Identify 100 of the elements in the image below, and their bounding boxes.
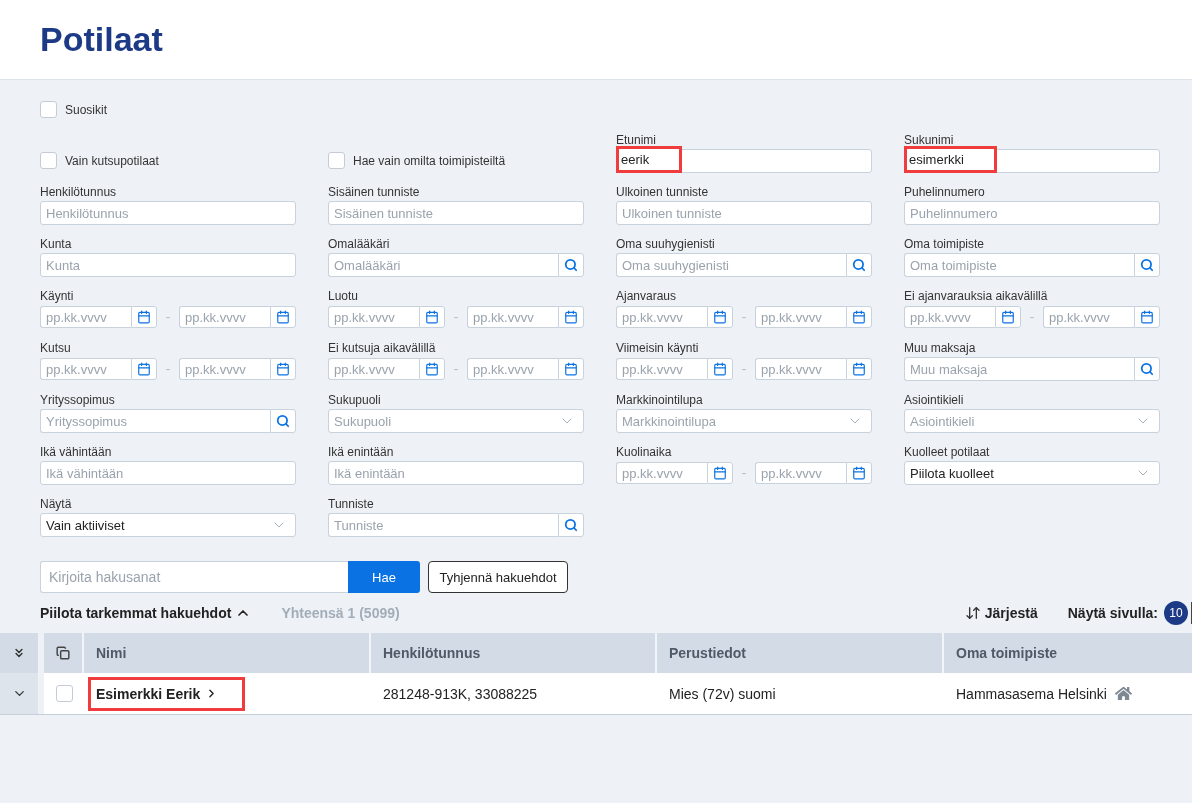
table-cell: Mies (72v) suomi bbox=[669, 685, 776, 702]
sort-button[interactable]: Järjestä bbox=[964, 605, 1038, 621]
calendar-button[interactable] bbox=[270, 358, 296, 380]
checkbox[interactable] bbox=[40, 101, 57, 118]
input-field[interactable]: Oma suuhygienisti bbox=[616, 253, 846, 277]
table-cell: Hammasasema Helsinki bbox=[956, 685, 1107, 702]
date-field[interactable]: pp.kk.vvvv bbox=[467, 358, 558, 380]
toggle-filters-button[interactable]: Piilota tarkemmat hakuehdot bbox=[40, 605, 252, 621]
calendar-button[interactable] bbox=[419, 306, 445, 328]
select-field[interactable]: Sukupuoli bbox=[328, 409, 584, 433]
calendar-icon bbox=[713, 466, 727, 480]
checkbox[interactable] bbox=[328, 152, 345, 169]
field-label: Etunimi bbox=[616, 133, 656, 147]
search-button[interactable] bbox=[558, 253, 584, 277]
input-field[interactable]: esimerkki bbox=[904, 149, 1160, 173]
calendar-button[interactable] bbox=[707, 306, 733, 328]
input-field[interactable]: Puhelinnumero bbox=[904, 201, 1160, 225]
calendar-icon bbox=[425, 362, 439, 376]
input-field[interactable]: Ikä vähintään bbox=[40, 461, 296, 485]
calendar-button[interactable] bbox=[995, 306, 1021, 328]
double-chevron-down-icon bbox=[12, 646, 26, 660]
page-size-option[interactable]: 10 bbox=[1164, 601, 1188, 625]
clear-filters-button[interactable]: Tyhjennä hakuehdot bbox=[428, 561, 568, 593]
date-field[interactable]: pp.kk.vvvv bbox=[616, 358, 707, 380]
field-label: Käynti bbox=[40, 289, 74, 303]
date-field[interactable]: pp.kk.vvvv bbox=[179, 358, 270, 380]
field-label: Omalääkäri bbox=[328, 237, 390, 251]
search-button[interactable] bbox=[846, 253, 872, 277]
date-field[interactable]: pp.kk.vvvv bbox=[328, 306, 419, 328]
home-icon bbox=[1114, 685, 1132, 702]
calendar-button[interactable] bbox=[419, 358, 445, 380]
date-field[interactable]: pp.kk.vvvv bbox=[616, 462, 707, 484]
calendar-button[interactable] bbox=[1134, 306, 1160, 328]
date-field[interactable]: pp.kk.vvvv bbox=[755, 358, 846, 380]
field-label: Ajanvaraus bbox=[616, 289, 677, 303]
select-field[interactable]: Piilota kuolleet bbox=[904, 461, 1160, 485]
search-field[interactable]: Kirjoita hakusanat bbox=[40, 561, 348, 593]
field-label: Kunta bbox=[40, 237, 72, 251]
date-field[interactable]: pp.kk.vvvv bbox=[40, 306, 131, 328]
column-header[interactable]: Henkilötunnus bbox=[371, 633, 657, 673]
field-label: Ei kutsuja aikavälillä bbox=[328, 341, 436, 355]
calendar-button[interactable] bbox=[707, 462, 733, 484]
date-field[interactable]: pp.kk.vvvv bbox=[40, 358, 131, 380]
search-icon bbox=[564, 518, 578, 532]
input-field[interactable]: Ikä enintään bbox=[328, 461, 584, 485]
input-field[interactable]: Ulkoinen tunniste bbox=[616, 201, 872, 225]
date-field[interactable]: pp.kk.vvvv bbox=[755, 306, 846, 328]
column-header[interactable]: Perustiedot bbox=[657, 633, 944, 673]
date-field[interactable]: pp.kk.vvvv bbox=[755, 462, 846, 484]
date-field[interactable]: pp.kk.vvvv bbox=[616, 306, 707, 328]
column-header[interactable]: Nimi bbox=[84, 633, 371, 673]
select-field[interactable]: Markkinointilupa bbox=[616, 409, 872, 433]
input-field[interactable]: Muu maksaja bbox=[904, 357, 1134, 381]
sort-arrows-icon bbox=[964, 605, 981, 621]
checkbox[interactable] bbox=[40, 152, 57, 169]
search-button[interactable] bbox=[558, 513, 584, 537]
input-field[interactable]: Omalääkäri bbox=[328, 253, 558, 277]
field-label: Kuolleet potilaat bbox=[904, 445, 990, 459]
date-field[interactable]: pp.kk.vvvv bbox=[904, 306, 995, 328]
calendar-icon bbox=[713, 310, 727, 324]
range-separator: - bbox=[741, 362, 747, 376]
search-button[interactable] bbox=[1134, 357, 1160, 381]
calendar-button[interactable] bbox=[846, 358, 872, 380]
input-field[interactable]: Kunta bbox=[40, 253, 296, 277]
calendar-icon bbox=[137, 310, 151, 324]
calendar-button[interactable] bbox=[846, 462, 872, 484]
patient-name-link[interactable]: Esimerkki Eerik bbox=[96, 685, 219, 702]
date-field[interactable]: pp.kk.vvvv bbox=[1043, 306, 1134, 328]
calendar-button[interactable] bbox=[131, 306, 157, 328]
calendar-button[interactable] bbox=[558, 306, 584, 328]
date-field[interactable]: pp.kk.vvvv bbox=[467, 306, 558, 328]
input-field[interactable]: Henkilötunnus bbox=[40, 201, 296, 225]
search-button[interactable]: Hae bbox=[348, 561, 420, 593]
search-button[interactable] bbox=[1134, 253, 1160, 277]
input-field[interactable]: Oma toimipiste bbox=[904, 253, 1134, 277]
field-label: Oma suuhygienisti bbox=[616, 237, 715, 251]
highlight-frame: esimerkki bbox=[904, 146, 997, 173]
calendar-icon bbox=[276, 310, 290, 324]
input-field[interactable]: Sisäinen tunniste bbox=[328, 201, 584, 225]
calendar-button[interactable] bbox=[707, 358, 733, 380]
input-field[interactable]: eerik bbox=[616, 149, 872, 173]
calendar-button[interactable] bbox=[558, 358, 584, 380]
date-field[interactable]: pp.kk.vvvv bbox=[179, 306, 270, 328]
input-field[interactable]: Yrityssopimus bbox=[40, 409, 270, 433]
calendar-button[interactable] bbox=[270, 306, 296, 328]
row-checkbox[interactable] bbox=[55, 685, 73, 702]
calendar-button[interactable] bbox=[131, 358, 157, 380]
select-field[interactable]: Vain aktiiviset bbox=[40, 513, 296, 537]
range-separator: - bbox=[165, 310, 171, 324]
select-field[interactable]: Asiointikieli bbox=[904, 409, 1160, 433]
calendar-icon bbox=[1140, 310, 1154, 324]
calendar-icon bbox=[276, 362, 290, 376]
calendar-icon bbox=[425, 310, 439, 324]
calendar-button[interactable] bbox=[846, 306, 872, 328]
date-field[interactable]: pp.kk.vvvv bbox=[328, 358, 419, 380]
range-separator: - bbox=[741, 310, 747, 324]
search-button[interactable] bbox=[270, 409, 296, 433]
column-header[interactable] bbox=[44, 633, 84, 673]
column-header[interactable]: Oma toimipiste bbox=[944, 633, 1192, 673]
input-field[interactable]: Tunniste bbox=[328, 513, 558, 537]
